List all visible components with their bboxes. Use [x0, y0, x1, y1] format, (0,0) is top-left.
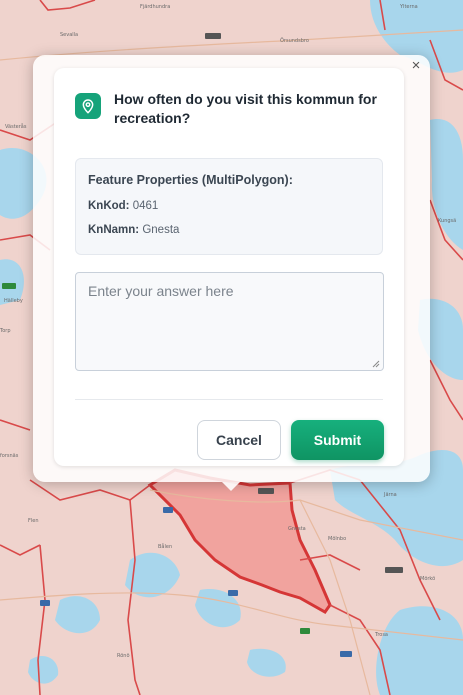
property-key: KnNamn: — [88, 224, 140, 236]
svg-text:Trosa: Trosa — [374, 632, 388, 638]
divider — [75, 399, 383, 400]
feature-properties-box: Feature Properties (MultiPolygon): KnKod… — [75, 158, 383, 255]
svg-text:Ylterna: Ylterna — [399, 4, 418, 10]
svg-text:Mölnbo: Mölnbo — [328, 536, 346, 542]
property-value: Gnesta — [142, 224, 180, 236]
popup-pointer — [222, 482, 240, 491]
svg-text:Fjärdhundra: Fjärdhundra — [140, 4, 170, 10]
property-knnamn: KnNamn: Gnesta — [88, 224, 179, 236]
svg-text:Bålen: Bålen — [158, 543, 172, 550]
map-pin-icon — [75, 93, 101, 119]
close-popup-button[interactable]: × — [408, 58, 424, 74]
svg-text:Hälleby: Hälleby — [4, 298, 23, 304]
svg-text:forsnäs: forsnäs — [0, 453, 19, 459]
svg-text:Rönö: Rönö — [117, 653, 130, 659]
svg-text:Torp: Torp — [0, 328, 11, 334]
svg-text:Sevalla: Sevalla — [60, 32, 78, 38]
cancel-button[interactable]: Cancel — [197, 420, 281, 460]
svg-text:Järna: Järna — [383, 492, 397, 498]
property-knkod: KnKod: 0461 — [88, 200, 158, 212]
question-card: How often do you visit this kommun for r… — [54, 68, 404, 466]
answer-textarea[interactable] — [75, 272, 384, 371]
resize-grip-icon[interactable] — [372, 360, 380, 368]
property-key: KnKod: — [88, 200, 130, 212]
property-value: 0461 — [132, 200, 159, 212]
svg-text:Västerås: Västerås — [5, 123, 27, 130]
feature-popup: × How often do you visit this kommun for… — [33, 55, 430, 482]
svg-text:Flen: Flen — [28, 518, 39, 524]
submit-button[interactable]: Submit — [291, 420, 384, 460]
svg-text:Gnesta: Gnesta — [288, 526, 306, 532]
svg-text:Mörkö: Mörkö — [420, 576, 435, 582]
svg-text:Kungsä: Kungsä — [438, 218, 456, 224]
feature-properties-title: Feature Properties (MultiPolygon): — [88, 173, 293, 187]
svg-text:Örsundsbro: Örsundsbro — [280, 37, 309, 44]
question-title: How often do you visit this kommun for r… — [114, 91, 377, 126]
